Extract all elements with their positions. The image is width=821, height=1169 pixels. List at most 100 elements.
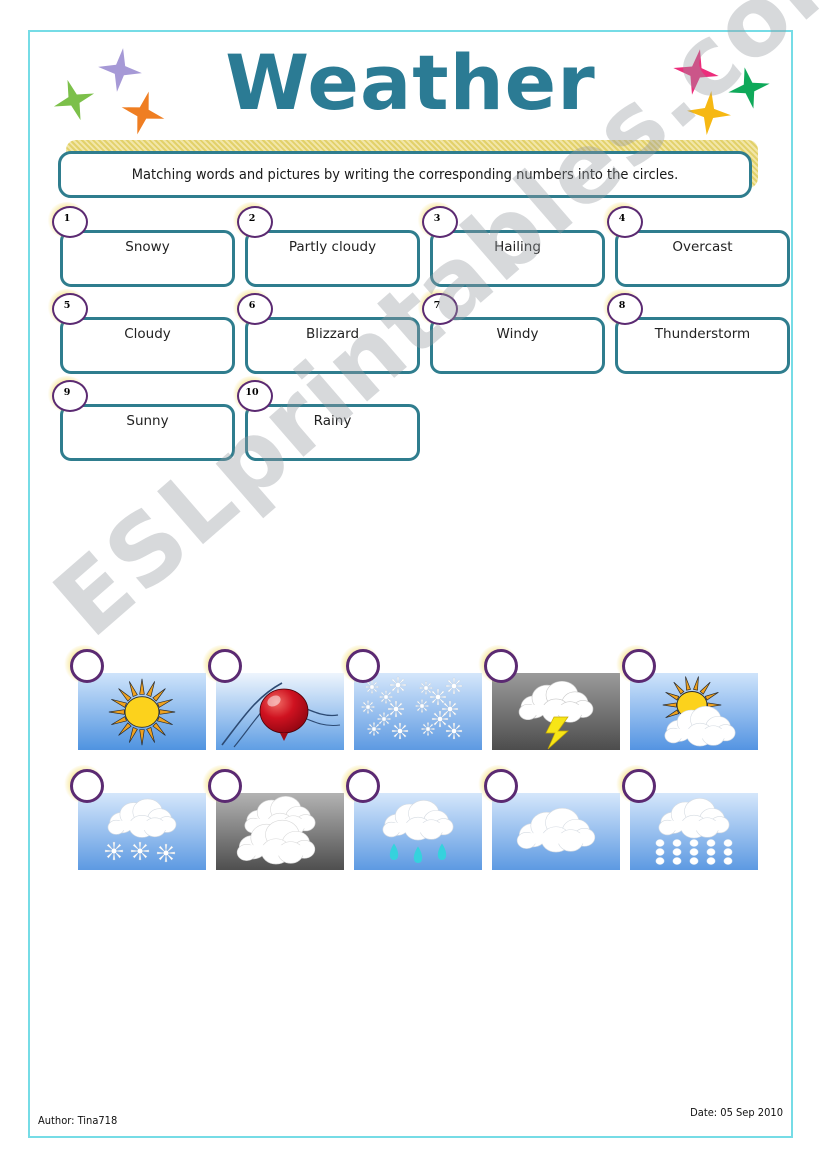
answer-circle[interactable]: 7 <box>417 289 458 325</box>
hail-cloud-icon <box>630 793 758 870</box>
card-number: 8 <box>618 299 626 311</box>
answer-circle[interactable] <box>340 645 380 683</box>
answer-circle[interactable]: 6 <box>232 289 273 325</box>
picture-tile-grid <box>48 645 788 895</box>
word-card[interactable]: Cloudy 5 <box>47 289 235 382</box>
answer-circle[interactable] <box>340 765 380 803</box>
instruction-text: Matching words and pictures by writing t… <box>131 166 679 183</box>
word-card-box: Snowy <box>60 230 235 287</box>
word-card-box: Overcast <box>615 230 790 287</box>
word-card[interactable]: Rainy 10 <box>232 376 420 469</box>
picture-tile[interactable] <box>462 645 620 765</box>
word-card-box: Blizzard <box>245 317 420 374</box>
word-card[interactable]: Snowy 1 <box>47 202 235 295</box>
picture-tile[interactable] <box>48 765 206 885</box>
word-card-box: Rainy <box>245 404 420 461</box>
word-card[interactable]: Thunderstorm 8 <box>602 289 790 382</box>
card-number: 2 <box>248 212 256 224</box>
answer-circle[interactable] <box>616 765 656 803</box>
answer-circle[interactable]: 2 <box>232 202 273 238</box>
circle-ring: 1 <box>52 206 88 238</box>
star-orange <box>120 90 166 141</box>
circle-ring <box>70 769 104 803</box>
sun-cloud-icon <box>630 673 758 750</box>
answer-circle[interactable] <box>478 645 518 683</box>
word-card-box: Windy <box>430 317 605 374</box>
word-card-label: Rainy <box>313 413 352 429</box>
word-card[interactable]: Blizzard 6 <box>232 289 420 382</box>
picture-tile[interactable] <box>186 645 344 765</box>
answer-circle[interactable]: 8 <box>602 289 643 325</box>
word-card-box: Partly cloudy <box>245 230 420 287</box>
answer-circle[interactable] <box>202 645 242 683</box>
answer-circle[interactable] <box>64 765 104 803</box>
circle-ring: 2 <box>237 206 273 238</box>
answer-circle[interactable] <box>478 765 518 803</box>
star-green <box>52 78 96 127</box>
word-card-label: Hailing <box>494 239 541 255</box>
answer-circle[interactable]: 1 <box>47 202 88 238</box>
word-card[interactable]: Windy 7 <box>417 289 605 382</box>
circle-ring <box>346 649 380 683</box>
word-card[interactable]: Sunny 9 <box>47 376 235 469</box>
answer-circle[interactable]: 10 <box>232 376 273 412</box>
instruction-bar: Matching words and pictures by writing t… <box>58 140 758 202</box>
word-card-box: Cloudy <box>60 317 235 374</box>
picture-tile[interactable] <box>462 765 620 885</box>
picture-tile[interactable] <box>324 765 482 885</box>
word-card-box: Hailing <box>430 230 605 287</box>
word-card-label: Thunderstorm <box>654 326 751 342</box>
picture-tile[interactable] <box>324 645 482 765</box>
circle-ring <box>346 769 380 803</box>
circle-ring <box>208 649 242 683</box>
card-number: 6 <box>248 299 256 311</box>
answer-circle[interactable] <box>616 645 656 683</box>
circle-ring <box>70 649 104 683</box>
word-card-box: Sunny <box>60 404 235 461</box>
picture-tile[interactable] <box>600 765 758 885</box>
author-label: Author: Tina718 <box>38 1114 118 1127</box>
circle-ring <box>622 769 656 803</box>
picture-tile[interactable] <box>48 645 206 765</box>
worksheet-footer: Author: Tina718 Date: 05 Sep 2010 <box>30 1106 791 1136</box>
word-card-row: Sunny 9 Rainy 10 <box>47 376 788 469</box>
answer-circle[interactable]: 4 <box>602 202 643 238</box>
circle-ring: 7 <box>422 293 458 325</box>
answer-circle[interactable] <box>202 765 242 803</box>
word-card-row: Snowy 1 Partly cloudy 2 Hailing 3 Overcast 4 <box>47 202 790 295</box>
word-card-label: Blizzard <box>305 326 360 342</box>
circle-ring: 4 <box>607 206 643 238</box>
answer-circle[interactable]: 3 <box>417 202 458 238</box>
circle-ring: 5 <box>52 293 88 325</box>
word-card[interactable]: Partly cloudy 2 <box>232 202 420 295</box>
circle-ring <box>622 649 656 683</box>
star-gold <box>686 90 732 141</box>
worksheet-header: Weather <box>30 32 791 152</box>
word-card-label: Windy <box>496 326 539 342</box>
card-number: 9 <box>63 386 71 398</box>
date-label: Date: 05 Sep 2010 <box>690 1106 783 1119</box>
word-card-label: Cloudy <box>124 326 171 342</box>
card-number: 7 <box>433 299 441 311</box>
circle-ring <box>484 769 518 803</box>
circle-ring: 3 <box>422 206 458 238</box>
picture-tile[interactable] <box>600 645 758 765</box>
answer-circle[interactable] <box>64 645 104 683</box>
picture-tile-row <box>48 765 788 895</box>
circle-ring: 10 <box>237 380 273 412</box>
word-card-label: Partly cloudy <box>288 239 377 255</box>
card-number: 5 <box>63 299 71 311</box>
picture-tile[interactable] <box>186 765 344 885</box>
circle-ring <box>208 769 242 803</box>
answer-circle[interactable]: 5 <box>47 289 88 325</box>
card-number: 3 <box>433 212 441 224</box>
word-card[interactable]: Overcast 4 <box>602 202 790 295</box>
circle-ring: 6 <box>237 293 273 325</box>
instruction-box: Matching words and pictures by writing t… <box>58 151 752 198</box>
word-card-label: Sunny <box>126 413 169 429</box>
word-card[interactable]: Hailing 3 <box>417 202 605 295</box>
answer-circle[interactable]: 9 <box>47 376 88 412</box>
circle-ring <box>484 649 518 683</box>
star-emerald <box>727 66 771 115</box>
word-card-row: Cloudy 5 Blizzard 6 Windy 7 Thunderstorm 8 <box>47 289 790 382</box>
